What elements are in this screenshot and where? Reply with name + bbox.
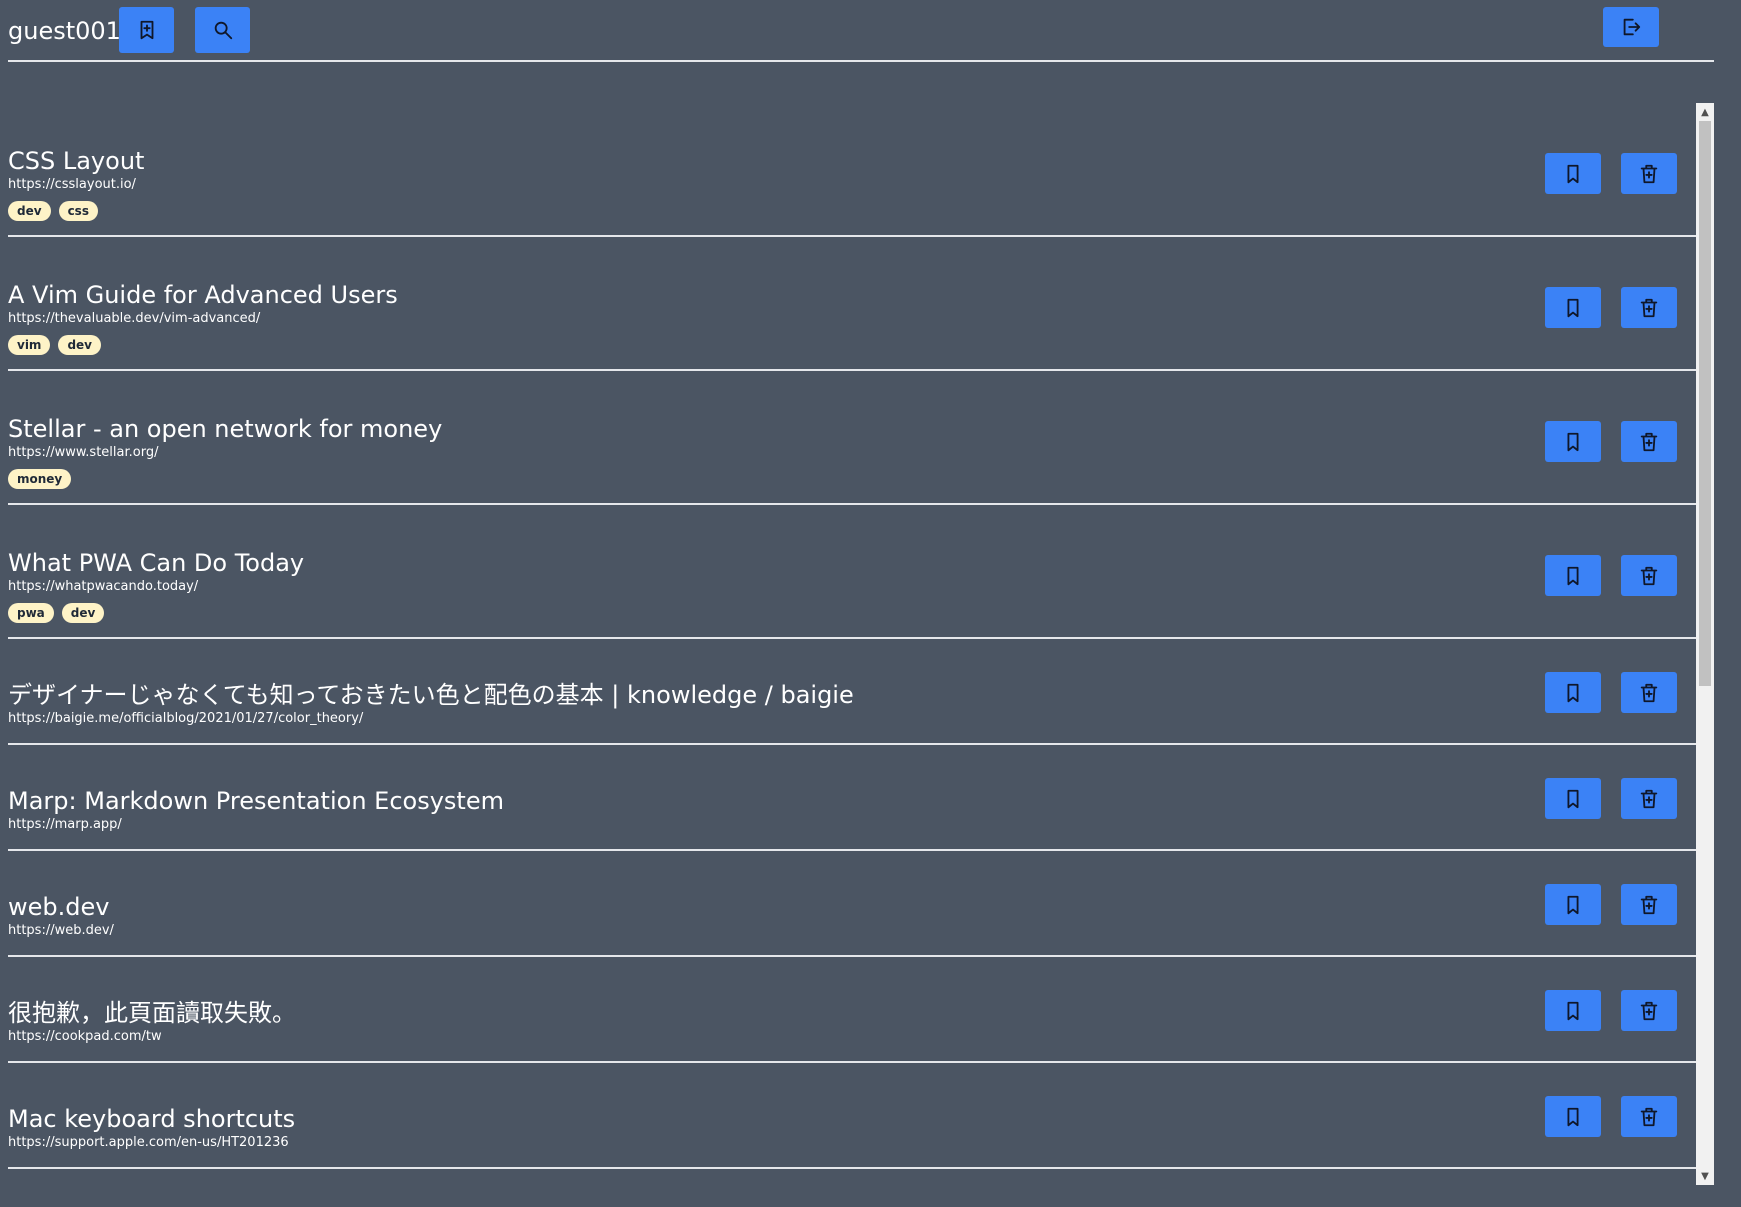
logout-icon (1623, 18, 1641, 36)
scrollbar[interactable]: ▲ ▼ (1696, 103, 1714, 1185)
tag-badge[interactable]: dev (61, 603, 105, 623)
logout-button[interactable] (1603, 7, 1659, 47)
tag-badge[interactable]: pwa (8, 603, 54, 623)
bookmark-button[interactable] (1545, 153, 1601, 194)
trash-icon (1640, 298, 1658, 317)
scroll-thumb[interactable] (1699, 121, 1711, 686)
trash-icon (1640, 1001, 1658, 1020)
bookmark-url[interactable]: https://marp.app/ (8, 817, 122, 833)
bookmark-title[interactable]: 很抱歉，此頁面讀取失敗。 (8, 998, 296, 1028)
bookmark-url[interactable]: https://baigie.me/officialblog/2021/01/2… (8, 711, 363, 727)
trash-icon (1640, 683, 1658, 702)
tag-list: vim dev (8, 335, 102, 355)
delete-button[interactable] (1621, 884, 1677, 925)
search-icon (214, 21, 232, 40)
bookmark-icon (1567, 164, 1579, 183)
trash-icon (1640, 1107, 1658, 1126)
trash-icon (1640, 566, 1658, 585)
tag-badge[interactable]: dev (8, 201, 51, 221)
trash-icon (1640, 164, 1658, 183)
bookmark-item: Mac keyboard shortcuts https://support.ap… (8, 1063, 1696, 1169)
bookmark-title[interactable]: A Vim Guide for Advanced Users (8, 280, 398, 310)
bookmark-icon (1567, 895, 1579, 914)
username: guest001 (8, 17, 121, 45)
add-bookmark-button[interactable] (119, 7, 174, 53)
bookmark-button[interactable] (1545, 555, 1601, 596)
bookmark-url[interactable]: https://whatpwacando.today/ (8, 579, 198, 595)
trash-icon (1640, 432, 1658, 451)
bookmark-title[interactable]: Stellar - an open network for money (8, 414, 442, 444)
bookmark-button[interactable] (1545, 990, 1601, 1031)
bookmark-icon (1567, 1001, 1579, 1020)
delete-button[interactable] (1621, 990, 1677, 1031)
bookmark-button[interactable] (1545, 287, 1601, 328)
bookmark-item: web.dev https://web.dev/ (8, 851, 1696, 957)
bookmark-item: Marp: Markdown Presentation Ecosystem htt… (8, 745, 1696, 851)
delete-button[interactable] (1621, 153, 1677, 194)
bookmark-title[interactable]: Marp: Markdown Presentation Ecosystem (8, 786, 504, 816)
trash-icon (1640, 895, 1658, 914)
tag-badge[interactable]: vim (8, 335, 51, 355)
bookmark-title[interactable]: CSS Layout (8, 146, 144, 176)
tag-list: money (8, 469, 72, 489)
delete-button[interactable] (1621, 778, 1677, 819)
delete-button[interactable] (1621, 287, 1677, 328)
bookmark-item: Stellar - an open network for money https… (8, 371, 1696, 505)
bookmark-button[interactable] (1545, 884, 1601, 925)
bookmark-url[interactable]: https://www.stellar.org/ (8, 445, 158, 461)
bookmark-icon (1567, 298, 1579, 317)
bookmark-item: 很抱歉，此頁面讀取失敗。 https://cookpad.com/tw (8, 957, 1696, 1063)
bookmark-title[interactable]: デザイナーじゃなくても知っておきたい色と配色の基本 | knowledge / … (8, 680, 854, 710)
bookmark-url[interactable]: https://cookpad.com/tw (8, 1029, 162, 1045)
bookmark-title[interactable]: Mac keyboard shortcuts (8, 1104, 295, 1134)
tag-list: pwa dev (8, 603, 105, 623)
bookmark-icon (1567, 789, 1579, 808)
bookmark-icon (1567, 432, 1579, 451)
bookmark-title[interactable]: What PWA Can Do Today (8, 548, 304, 578)
tag-badge[interactable]: css (58, 201, 98, 221)
tag-badge[interactable]: money (8, 469, 72, 489)
bookmark-icon (1567, 683, 1579, 702)
bookmark-button[interactable] (1545, 778, 1601, 819)
scroll-up-arrow-icon[interactable]: ▲ (1696, 104, 1714, 120)
bookmark-item: What PWA Can Do Today https://whatpwacand… (8, 505, 1696, 639)
bookmark-plus-icon (140, 20, 153, 40)
scroll-down-arrow-icon[interactable]: ▼ (1696, 1168, 1714, 1184)
delete-button[interactable] (1621, 555, 1677, 596)
bookmark-url[interactable]: https://csslayout.io/ (8, 177, 136, 193)
bookmark-button[interactable] (1545, 672, 1601, 713)
delete-button[interactable] (1621, 1096, 1677, 1137)
search-button[interactable] (195, 7, 250, 53)
bookmark-title[interactable]: web.dev (8, 892, 109, 922)
bookmark-list[interactable]: CSS Layout https://csslayout.io/dev css A V… (0, 103, 1714, 1185)
bookmark-item: CSS Layout https://csslayout.io/dev css (8, 103, 1696, 237)
bookmark-item: デザイナーじゃなくても知っておきたい色と配色の基本 | knowledge / … (8, 639, 1696, 745)
bookmark-button[interactable] (1545, 421, 1601, 462)
bookmark-button[interactable] (1545, 1096, 1601, 1137)
delete-button[interactable] (1621, 421, 1677, 462)
bookmark-item: A Vim Guide for Advanced Users https://th… (8, 237, 1696, 371)
bookmark-icon (1567, 566, 1579, 585)
delete-button[interactable] (1621, 672, 1677, 713)
bookmark-icon (1567, 1107, 1579, 1126)
tag-list: dev css (8, 201, 98, 221)
top-bar: guest001 (8, 0, 1714, 62)
trash-icon (1640, 789, 1658, 808)
bookmark-url[interactable]: https://thevaluable.dev/vim-advanced/ (8, 311, 260, 327)
bookmark-url[interactable]: https://support.apple.com/en-us/HT201236 (8, 1135, 289, 1151)
tag-badge[interactable]: dev (58, 335, 102, 355)
bookmark-url[interactable]: https://web.dev/ (8, 923, 114, 939)
